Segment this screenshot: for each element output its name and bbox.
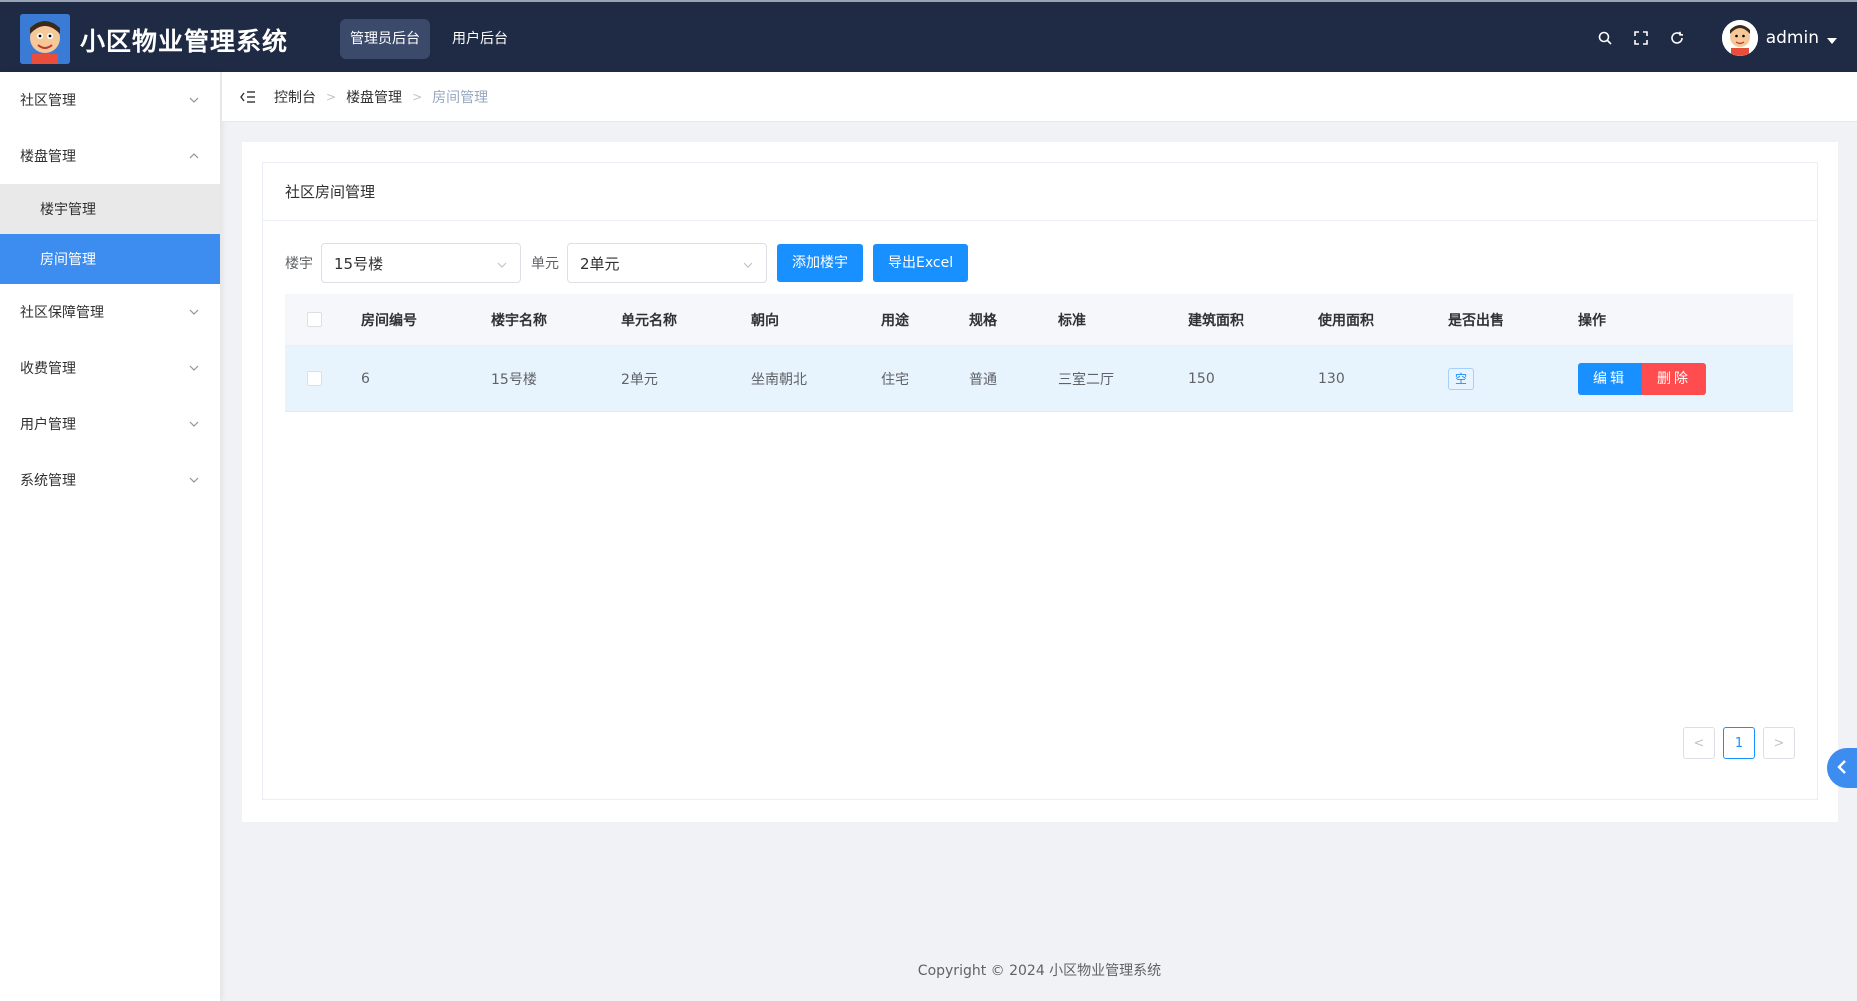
sidebar-item-label: 收费管理 [20, 361, 76, 377]
pagination: < 1 > [1683, 727, 1795, 759]
sidebar-item-label: 楼盘管理 [20, 149, 76, 165]
fullscreen-icon[interactable] [1632, 29, 1650, 47]
select-all-checkbox[interactable] [307, 312, 322, 327]
chevron-down-icon [742, 257, 754, 269]
sidebar-item-label: 社区保障管理 [20, 305, 104, 321]
sidebar-item-buildings[interactable]: 楼宇管理 [0, 184, 220, 234]
main-panel: 社区房间管理 楼宇 15号楼 单元 2单元 添加楼宇 导出Excel 房间编号 … [242, 142, 1838, 822]
sidebar-item-community[interactable]: 社区管理 [0, 72, 220, 128]
prev-page-button[interactable]: < [1683, 727, 1715, 759]
column-header: 操作 [1578, 312, 1606, 329]
sidebar-item-label: 社区管理 [20, 93, 76, 109]
export-excel-button[interactable]: 导出Excel [873, 244, 969, 282]
table-header: 房间编号 楼宇名称 单元名称 朝向 用途 规格 标准 建筑面积 使用面积 是否出… [285, 294, 1793, 346]
sidebar-item-rooms[interactable]: 房间管理 [0, 234, 220, 284]
cell-usable-area: 130 [1318, 370, 1345, 387]
top-header: 小区物业管理系统 管理员后台 用户后台 admin [0, 0, 1857, 72]
room-card: 社区房间管理 楼宇 15号楼 单元 2单元 添加楼宇 导出Excel 房间编号 … [262, 162, 1818, 800]
chevron-down-icon [496, 257, 508, 269]
column-header: 建筑面积 [1188, 312, 1244, 329]
chevron-right-icon: > [412, 89, 423, 104]
next-page-button[interactable]: > [1763, 727, 1795, 759]
sidebar-item-label: 系统管理 [20, 473, 76, 489]
column-header: 规格 [969, 312, 997, 329]
sidebar-item-security[interactable]: 社区保障管理 [0, 284, 220, 340]
sidebar-item-label: 用户管理 [20, 417, 76, 433]
building-select-value: 15号楼 [334, 254, 384, 273]
collapse-menu-icon[interactable] [240, 90, 256, 104]
unit-filter-label: 单元 [531, 256, 559, 272]
user-menu[interactable]: admin [1721, 20, 1837, 56]
column-header: 房间编号 [361, 312, 417, 329]
cell-building: 15号楼 [491, 371, 537, 388]
cell-room-no: 6 [361, 370, 370, 387]
edit-button[interactable]: 编辑 [1578, 362, 1642, 395]
header-tools: admin [1596, 2, 1837, 74]
cell-spec: 普通 [969, 371, 997, 388]
sold-status-badge: 空 [1448, 367, 1475, 390]
column-header: 单元名称 [621, 312, 677, 329]
unit-select-value: 2单元 [580, 254, 620, 273]
sidebar: 社区管理 楼盘管理 楼宇管理 房间管理 社区保障管理 收费管理 用户管理 系统管… [0, 72, 221, 1001]
chevron-down-icon [188, 418, 200, 430]
cell-building-area: 150 [1188, 370, 1215, 387]
chevron-left-icon [1837, 759, 1847, 778]
building-filter-label: 楼宇 [285, 256, 313, 272]
add-building-button[interactable]: 添加楼宇 [777, 244, 863, 282]
sidebar-item-fees[interactable]: 收费管理 [0, 340, 220, 396]
cell-standard: 三室二厅 [1058, 371, 1114, 388]
footer-copyright: Copyright © 2024 小区物业管理系统 [917, 963, 1162, 979]
chevron-up-icon [188, 150, 200, 162]
chevron-down-icon [188, 362, 200, 374]
breadcrumb-dashboard[interactable]: 控制台 [274, 87, 316, 107]
column-header: 是否出售 [1448, 312, 1504, 329]
nav-admin-backend[interactable]: 管理员后台 [340, 19, 430, 59]
cell-orientation: 坐南朝北 [751, 371, 807, 388]
sidebar-item-system[interactable]: 系统管理 [0, 452, 220, 508]
building-select[interactable]: 15号楼 [321, 243, 521, 283]
room-table: 房间编号 楼宇名称 单元名称 朝向 用途 规格 标准 建筑面积 使用面积 是否出… [285, 294, 1793, 412]
breadcrumb-current: 房间管理 [432, 89, 489, 106]
top-nav: 管理员后台 用户后台 [340, 19, 518, 59]
cell-unit: 2单元 [621, 371, 658, 388]
breadcrumb: 控制台 > 楼盘管理 > 房间管理 [222, 72, 1857, 122]
column-header: 使用面积 [1318, 312, 1374, 329]
column-header: 楼宇名称 [491, 312, 547, 329]
avatar [1721, 20, 1758, 56]
breadcrumb-property[interactable]: 楼盘管理 [346, 87, 402, 107]
app-logo [20, 14, 70, 64]
search-icon[interactable] [1596, 29, 1614, 47]
chevron-down-icon [188, 306, 200, 318]
column-header: 用途 [881, 312, 909, 329]
card-title: 社区房间管理 [263, 163, 1817, 221]
chevron-down-icon [188, 94, 200, 106]
sidebar-item-users[interactable]: 用户管理 [0, 396, 220, 452]
app-title: 小区物业管理系统 [80, 27, 289, 56]
username: admin [1765, 28, 1819, 48]
page-number-button[interactable]: 1 [1723, 727, 1755, 759]
row-actions: 编辑 删除 [1578, 362, 1708, 395]
cell-usage: 住宅 [881, 371, 909, 388]
sidebar-item-property[interactable]: 楼盘管理 [0, 128, 220, 184]
table-row[interactable]: 6 15号楼 2单元 坐南朝北 住宅 普通 三室二厅 150 130 空 编辑 … [285, 346, 1793, 412]
refresh-icon[interactable] [1668, 29, 1686, 47]
unit-select[interactable]: 2单元 [567, 243, 767, 283]
chevron-down-icon [188, 474, 200, 486]
caret-down-icon [1827, 29, 1837, 48]
column-header: 朝向 [751, 312, 779, 329]
column-header: 标准 [1058, 312, 1086, 329]
nav-user-backend[interactable]: 用户后台 [442, 19, 518, 59]
chevron-right-icon: > [326, 89, 337, 104]
row-checkbox[interactable] [307, 371, 322, 386]
filter-bar: 楼宇 15号楼 单元 2单元 添加楼宇 导出Excel [285, 243, 969, 283]
delete-button[interactable]: 删除 [1642, 362, 1706, 395]
